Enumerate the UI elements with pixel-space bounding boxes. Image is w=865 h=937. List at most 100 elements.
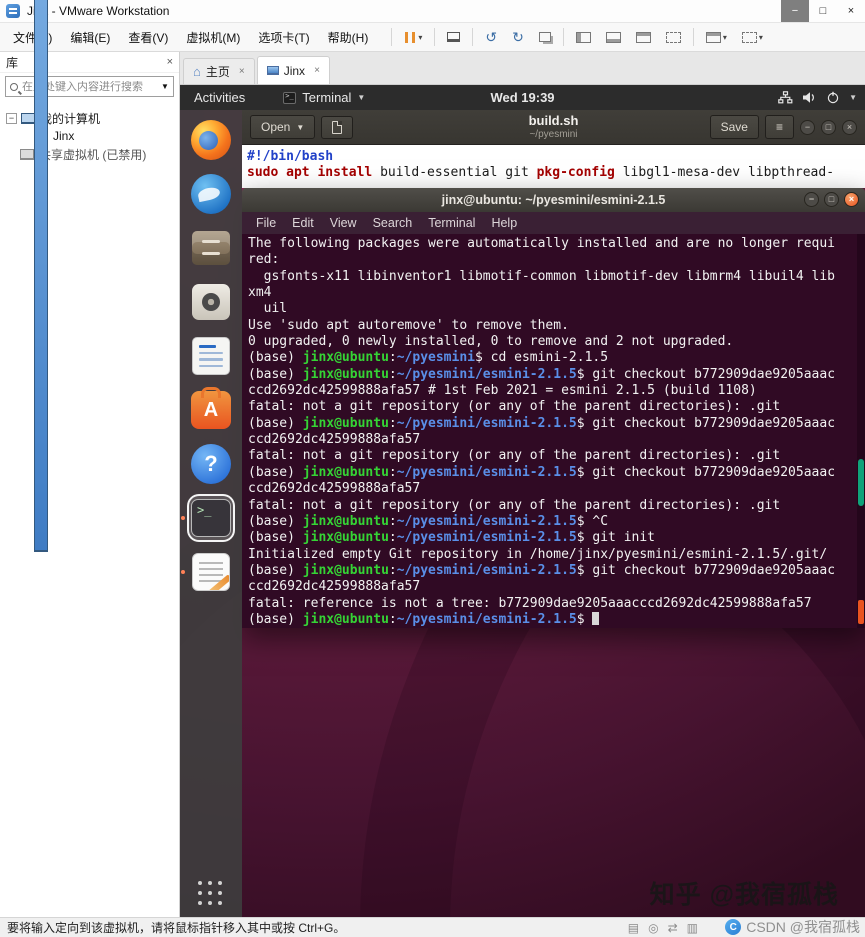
send-ctrl-alt-del-icon[interactable]	[444, 30, 463, 44]
gedit-title: build.sh ~/pyesmini	[528, 112, 579, 140]
terminal-menu-search[interactable]: Search	[365, 216, 421, 230]
dock-item-rhythmbox[interactable]	[189, 280, 233, 324]
editor-area[interactable]: #!/bin/bash sudo apt install build-essent…	[242, 145, 865, 188]
menubar-item[interactable]: 虚拟机(M)	[177, 25, 249, 50]
terminal-menu-help[interactable]: Help	[483, 216, 525, 230]
app-menu-label: Terminal	[302, 90, 352, 105]
menubar-item[interactable]: 编辑(E)	[61, 25, 119, 50]
gedit-maximize-button[interactable]: □	[821, 119, 836, 135]
gnome-top-bar: Activities Terminal ▼ Wed 19:39 ▼	[180, 85, 865, 110]
suspend-button[interactable]: ▾	[401, 30, 425, 45]
gedit-window: Open ▼ build.sh ~/pyesmini Save ≡ − □ × …	[242, 110, 865, 188]
search-dropdown-icon[interactable]: ▼	[157, 82, 173, 91]
toolbar-separator	[472, 28, 474, 46]
device-status-icons: ▤ ◎ ⇄ ▥	[628, 921, 698, 935]
terminal-menu-view[interactable]: View	[322, 216, 365, 230]
library-header: 库 ×	[0, 52, 179, 73]
menubar-item[interactable]: 查看(V)	[119, 25, 177, 50]
tree-item-jinx[interactable]: Jinx	[0, 0, 179, 552]
dock-item-text-editor[interactable]	[181, 550, 233, 594]
terminal-line: fatal: reference is not a tree: b772909d…	[248, 595, 812, 611]
cdrom-icon[interactable]: ◎	[648, 921, 658, 935]
status-hint: 要将输入定向到该虚拟机，请将鼠标指针移入其中或按 Ctrl+G。	[7, 921, 346, 935]
chevron-down-icon: ▼	[357, 93, 366, 102]
minimize-button[interactable]: −	[781, 0, 809, 22]
usb-icon[interactable]: ▥	[687, 921, 698, 935]
fullscreen-icon[interactable]	[663, 30, 684, 45]
library-tree: − 我的计算机 Jinx 共享虚拟机 (已禁用)	[0, 0, 179, 552]
terminal-window-controls: − □ ×	[804, 192, 859, 207]
terminal-line: (base) jinx@ubuntu:~/pyesmini/esmini-2.1…	[248, 464, 836, 480]
home-tab-icon	[193, 66, 201, 77]
hamburger-menu-button[interactable]: ≡	[764, 115, 794, 139]
dock-item-terminal[interactable]	[181, 496, 233, 540]
help-icon: ?	[191, 444, 231, 484]
dock-item-show-applications[interactable]	[189, 863, 233, 907]
menubar-item[interactable]: 选项卡(T)	[249, 25, 318, 50]
system-status-area[interactable]: ▼	[778, 91, 857, 104]
stretch-mode-icon[interactable]: ▾	[739, 30, 766, 45]
libreoffice-writer-icon	[192, 337, 230, 375]
terminal-app-icon	[283, 91, 297, 104]
tree-item-my-computer[interactable]: − 我的计算机	[0, 109, 179, 127]
save-button[interactable]: Save	[709, 115, 759, 139]
tree-expander-icon[interactable]: −	[6, 112, 17, 124]
volume-icon	[803, 92, 814, 103]
dock: A ?	[180, 110, 242, 917]
csdn-logo-icon: C	[725, 919, 742, 935]
terminal-line: (base) jinx@ubuntu:~/pyesmini/esmini-2.1…	[248, 366, 836, 382]
network-adapter-icon[interactable]: ⇄	[668, 921, 678, 935]
terminal-maximize-button[interactable]: □	[824, 192, 839, 207]
terminal-menu-terminal[interactable]: Terminal	[420, 216, 483, 230]
terminal-line: red:	[248, 252, 280, 268]
clock-button[interactable]: Wed 19:39	[490, 90, 554, 105]
open-button[interactable]: Open ▼	[250, 115, 316, 139]
menubar-item[interactable]: 帮助(H)	[319, 25, 378, 50]
toolbar-separator	[562, 28, 564, 46]
activities-button[interactable]: Activities	[194, 90, 245, 105]
app-menu-button[interactable]: Terminal ▼	[283, 90, 365, 105]
console-view-icon[interactable]	[633, 30, 654, 45]
maximize-button[interactable]: □	[809, 0, 837, 22]
library-sidebar: 库 × ▼ − 我的计算机 Jinx 共享虚拟机 (已禁用)	[0, 0, 180, 917]
document-title: build.sh	[528, 112, 579, 128]
dock-item-firefox[interactable]	[189, 118, 233, 162]
terminal-menu-edit[interactable]: Edit	[284, 216, 322, 230]
tree-item-shared-vms[interactable]: 共享虚拟机 (已禁用)	[0, 145, 179, 163]
tab-close-icon[interactable]: ×	[314, 65, 320, 76]
main-area: 库 × ▼ − 我的计算机 Jinx 共享虚拟机 (已禁用) 主页 × Jinx × Act…	[0, 0, 865, 917]
show-library-icon[interactable]	[573, 30, 594, 45]
menubar-item[interactable]: 文件(F)	[4, 25, 61, 50]
terminal-titlebar[interactable]: jinx@ubuntu: ~/pyesmini/esmini-2.1.5 − □…	[242, 188, 865, 212]
library-close-icon[interactable]: ×	[167, 56, 173, 68]
dock-item-libreoffice-writer[interactable]	[189, 334, 233, 378]
dock-item-ubuntu-software[interactable]: A	[189, 387, 233, 432]
desktop: A ? Open ▼	[180, 110, 865, 917]
snapshot-manager-icon[interactable]	[536, 30, 554, 44]
terminal-menu-file[interactable]: File	[248, 216, 284, 230]
gedit-minimize-button[interactable]: −	[800, 119, 815, 135]
dock-item-files[interactable]	[189, 226, 233, 270]
scrollbar-thumb[interactable]	[858, 458, 864, 506]
terminal-close-button[interactable]: ×	[844, 192, 859, 207]
tab-bar: 主页 × Jinx ×	[180, 52, 865, 85]
chevron-down-icon: ▼	[849, 93, 857, 102]
terminal-scrollbar[interactable]	[857, 234, 865, 628]
terminal-minimize-button[interactable]: −	[804, 192, 819, 207]
tab-home[interactable]: 主页 ×	[183, 58, 255, 84]
terminal-output[interactable]: The following packages were automaticall…	[242, 234, 857, 628]
take-snapshot-icon[interactable]: ↺	[482, 27, 500, 48]
show-thumbnail-bar-icon[interactable]	[603, 30, 624, 45]
gedit-close-button[interactable]: ×	[842, 119, 857, 135]
terminal-line: gsfonts-x11 libinventor1 libmotif-common…	[248, 268, 835, 284]
tab-jinx[interactable]: Jinx ×	[256, 56, 330, 84]
gedit-header-bar: Open ▼ build.sh ~/pyesmini Save ≡ − □ ×	[242, 110, 865, 145]
close-button[interactable]: ×	[837, 0, 865, 22]
hdd-icon[interactable]: ▤	[628, 921, 639, 935]
dock-item-thunderbird[interactable]	[189, 172, 233, 216]
tab-close-icon[interactable]: ×	[239, 66, 245, 77]
revert-snapshot-icon[interactable]: ↻	[509, 27, 527, 48]
new-document-button[interactable]	[321, 115, 354, 139]
unity-mode-icon[interactable]: ▾	[703, 30, 730, 45]
dock-item-help[interactable]: ?	[189, 442, 233, 486]
